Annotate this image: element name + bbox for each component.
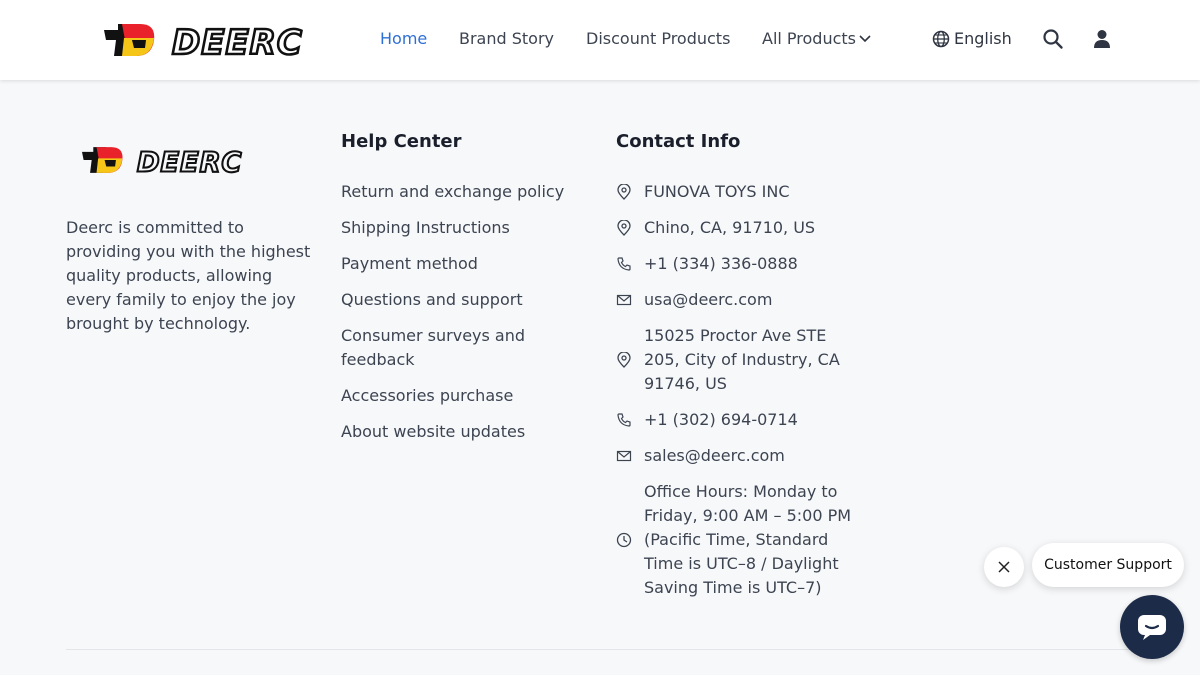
contact-item: Office Hours: Monday to Friday, 9:00 AM … xyxy=(616,480,866,600)
close-support-button[interactable] xyxy=(984,547,1024,587)
footer-divider xyxy=(66,649,1134,650)
contact-phone-1[interactable]: +1 (334) 336-0888 xyxy=(644,252,864,276)
nav-home[interactable]: Home xyxy=(380,29,427,48)
help-link-payment[interactable]: Payment method xyxy=(341,252,581,276)
contact-item: Chino, CA, 91710, US xyxy=(616,216,866,240)
help-link-accessories[interactable]: Accessories purchase xyxy=(341,384,581,408)
help-link-return-policy[interactable]: Return and exchange policy xyxy=(341,180,581,204)
location-icon xyxy=(617,220,631,236)
help-center-list: Return and exchange policy Shipping Inst… xyxy=(341,180,581,456)
contact-item: +1 (302) 694-0714 xyxy=(616,408,866,432)
language-selector[interactable]: English xyxy=(932,29,1012,48)
search-icon[interactable] xyxy=(1042,28,1064,50)
phone-icon xyxy=(617,413,631,427)
help-link-updates[interactable]: About website updates xyxy=(341,420,581,444)
site-header: DEERC Home Brand Story Discount Products… xyxy=(0,0,1200,80)
mail-icon xyxy=(616,450,632,462)
contact-item: sales@deerc.com xyxy=(616,444,866,468)
user-icon[interactable] xyxy=(1091,28,1113,50)
contact-city: Chino, CA, 91710, US xyxy=(644,218,816,237)
help-center-title: Help Center xyxy=(341,131,462,152)
contact-item: FUNOVA TOYS INC xyxy=(616,180,866,204)
contact-item: +1 (334) 336-0888 xyxy=(616,252,866,276)
customer-support-label: Customer Support xyxy=(1044,557,1172,573)
nav-all-products[interactable]: All Products xyxy=(762,29,871,48)
close-icon xyxy=(998,561,1010,573)
help-link-shipping[interactable]: Shipping Instructions xyxy=(341,216,581,240)
phone-icon xyxy=(617,257,631,271)
about-text: Deerc is committed to providing you with… xyxy=(66,218,311,333)
globe-icon xyxy=(932,30,950,47)
clock-icon xyxy=(616,532,632,548)
nav-brand-story[interactable]: Brand Story xyxy=(459,29,554,48)
contact-email-2[interactable]: sales@deerc.com xyxy=(644,444,864,468)
contact-info-title: Contact Info xyxy=(616,131,741,152)
help-link-surveys[interactable]: Consumer surveys and feedback xyxy=(341,324,581,372)
svg-text:DEERC: DEERC xyxy=(137,147,243,178)
nav-all-products-label: All Products xyxy=(762,29,857,48)
contact-phone-2[interactable]: +1 (302) 694-0714 xyxy=(644,408,864,432)
svg-text:DEERC: DEERC xyxy=(172,23,303,62)
contact-item: usa@deerc.com xyxy=(616,288,866,312)
chevron-down-icon xyxy=(859,35,871,43)
customer-support-bubble[interactable]: Customer Support xyxy=(1032,543,1184,587)
contact-company: FUNOVA TOYS INC xyxy=(644,182,790,201)
chat-button[interactable] xyxy=(1120,595,1184,659)
contact-address: 15025 Proctor Ave STE 205, City of Indus… xyxy=(644,326,840,393)
language-label: English xyxy=(954,29,1012,48)
mail-icon xyxy=(616,294,632,306)
contact-office-hours: Office Hours: Monday to Friday, 9:00 AM … xyxy=(644,482,852,597)
nav-discount-products[interactable]: Discount Products xyxy=(586,29,730,48)
deerc-logo[interactable]: DEERC xyxy=(104,18,306,62)
contact-email-1[interactable]: usa@deerc.com xyxy=(644,288,864,312)
contact-item: 15025 Proctor Ave STE 205, City of Indus… xyxy=(616,324,866,396)
help-link-support[interactable]: Questions and support xyxy=(341,288,581,312)
chat-icon xyxy=(1138,615,1166,640)
location-icon xyxy=(617,184,631,200)
location-icon xyxy=(617,352,631,368)
footer-logo: DEERC xyxy=(82,146,243,178)
contact-list: FUNOVA TOYS INC Chino, CA, 91710, US +1 … xyxy=(616,180,866,612)
